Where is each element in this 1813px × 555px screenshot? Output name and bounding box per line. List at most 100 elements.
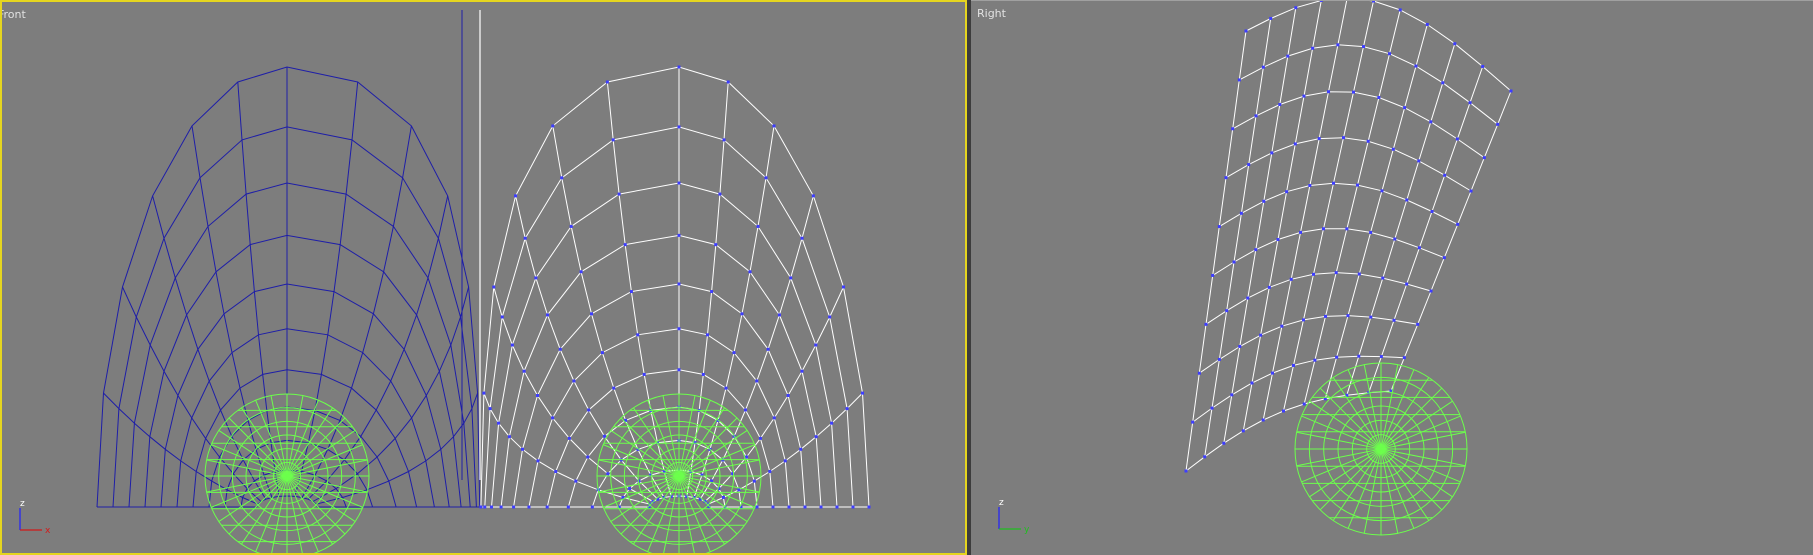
mirror-mesh-edge [103,392,259,505]
mesh-vertex [1280,324,1284,328]
mesh-vertex [743,408,747,412]
mesh-vertex [1369,230,1373,234]
mesh-vertex [1286,54,1290,58]
mesh-vertex [799,447,803,451]
mesh-vertex [1469,189,1473,193]
mesh-vertex [1402,356,1406,360]
mesh-vertex [1380,189,1384,193]
mesh-vertex [783,459,787,463]
mesh-vertex [514,194,518,198]
side-mesh-ring [1199,315,1418,374]
mesh-vertex [1292,363,1295,367]
mirror-mesh-edge [122,286,262,502]
mesh-vertex [1237,78,1241,82]
mesh-vertex [567,436,571,440]
mesh-vertex [572,379,576,383]
mesh-vertex [642,372,646,376]
mesh-vertex [814,343,818,347]
mesh-vertex [756,224,760,228]
mesh-vertex [1293,142,1297,146]
mesh-vertex [786,393,790,397]
mesh-vertex [1405,198,1409,202]
mesh-vertex [499,505,503,509]
mesh-vertex [766,347,770,351]
mesh-vertex [1261,418,1265,422]
mesh-vertex [489,505,493,509]
mesh-vertex [1369,315,1373,319]
mesh-vertex [1313,358,1317,362]
mesh-vertex [800,236,804,240]
mesh-vertex [1225,309,1229,313]
mesh-vertex [1334,271,1338,275]
mesh-vertex [1250,381,1254,385]
mesh-vertex [1238,344,1242,348]
mesh-vertex [1372,1,1375,3]
mesh-vertex [1357,272,1361,276]
mesh-vertex [1224,176,1228,180]
mesh-vertex [1441,81,1445,85]
mesh-vertex [611,138,615,142]
mesh-vertex [1377,96,1381,100]
axis-tripod-icon: zy [998,498,1030,535]
mesh-vertex [1261,65,1265,69]
mesh-vertex [811,194,815,198]
mesh-vertex [1302,318,1305,322]
right-viewport-canvas[interactable]: zy [971,1,1813,555]
mesh-vertex [1388,52,1392,56]
mesh-vertex [1217,225,1221,229]
selected-mesh-edge [515,195,659,500]
mesh-vertex [1203,455,1207,459]
mesh-vertex [579,270,583,274]
mesh-vertex [1429,120,1433,124]
mesh-vertex [512,505,516,509]
mesh-vertex [710,290,714,294]
mesh-vertex [1405,282,1409,286]
mirror-mesh-ring [160,283,450,508]
mesh-vertex [861,391,865,395]
mesh-vertex [1443,173,1447,177]
mesh-vertex [612,386,616,390]
mesh-vertex [521,447,525,451]
mesh-vertex [1217,357,1221,361]
mesh-vertex [479,505,483,509]
side-mesh-ring [1212,228,1445,276]
mesh-vertex [867,505,871,509]
mesh-vertex [560,176,564,180]
mesh-vertex [1417,246,1421,250]
mesh-vertex [546,313,550,317]
mesh-vertex [722,138,726,142]
right-viewport[interactable]: Right zy [971,0,1813,555]
mesh-vertex [1222,441,1226,445]
mesh-vertex [1393,237,1397,241]
mesh-vertex [772,124,776,128]
mesh-vertex [755,505,759,509]
mesh-vertex [1312,272,1315,276]
mesh-vertex [1285,190,1289,194]
mesh-vertex [1327,90,1331,94]
mesh-vertex [726,80,730,84]
mesh-vertex [764,176,768,180]
mesh-vertex [629,290,633,294]
mesh-vertex [677,125,681,129]
mesh-vertex [740,312,744,316]
mesh-vertex [1356,183,1360,187]
mesh-vertex [752,479,756,483]
mesh-vertex [1308,184,1312,188]
mesh-vertex [488,407,492,411]
front-viewport[interactable]: Front zx [0,0,967,555]
mesh-vertex [1414,64,1418,68]
mesh-vertex [1271,371,1275,375]
mesh-vertex [1191,420,1195,424]
mesh-vertex [755,379,759,383]
mirror-mesh-ring [176,328,435,508]
mesh-vertex [497,421,501,425]
mesh-vertex [1294,6,1298,10]
side-mesh-edge [1242,1,1322,431]
mesh-vertex [777,313,781,317]
mesh-vertex [1403,106,1407,110]
mesh-vertex [1239,211,1243,215]
mesh-vertex [1509,89,1513,93]
front-viewport-canvas[interactable]: zx [2,2,965,553]
mesh-vertex [628,487,632,491]
mesh-vertex [602,434,606,438]
